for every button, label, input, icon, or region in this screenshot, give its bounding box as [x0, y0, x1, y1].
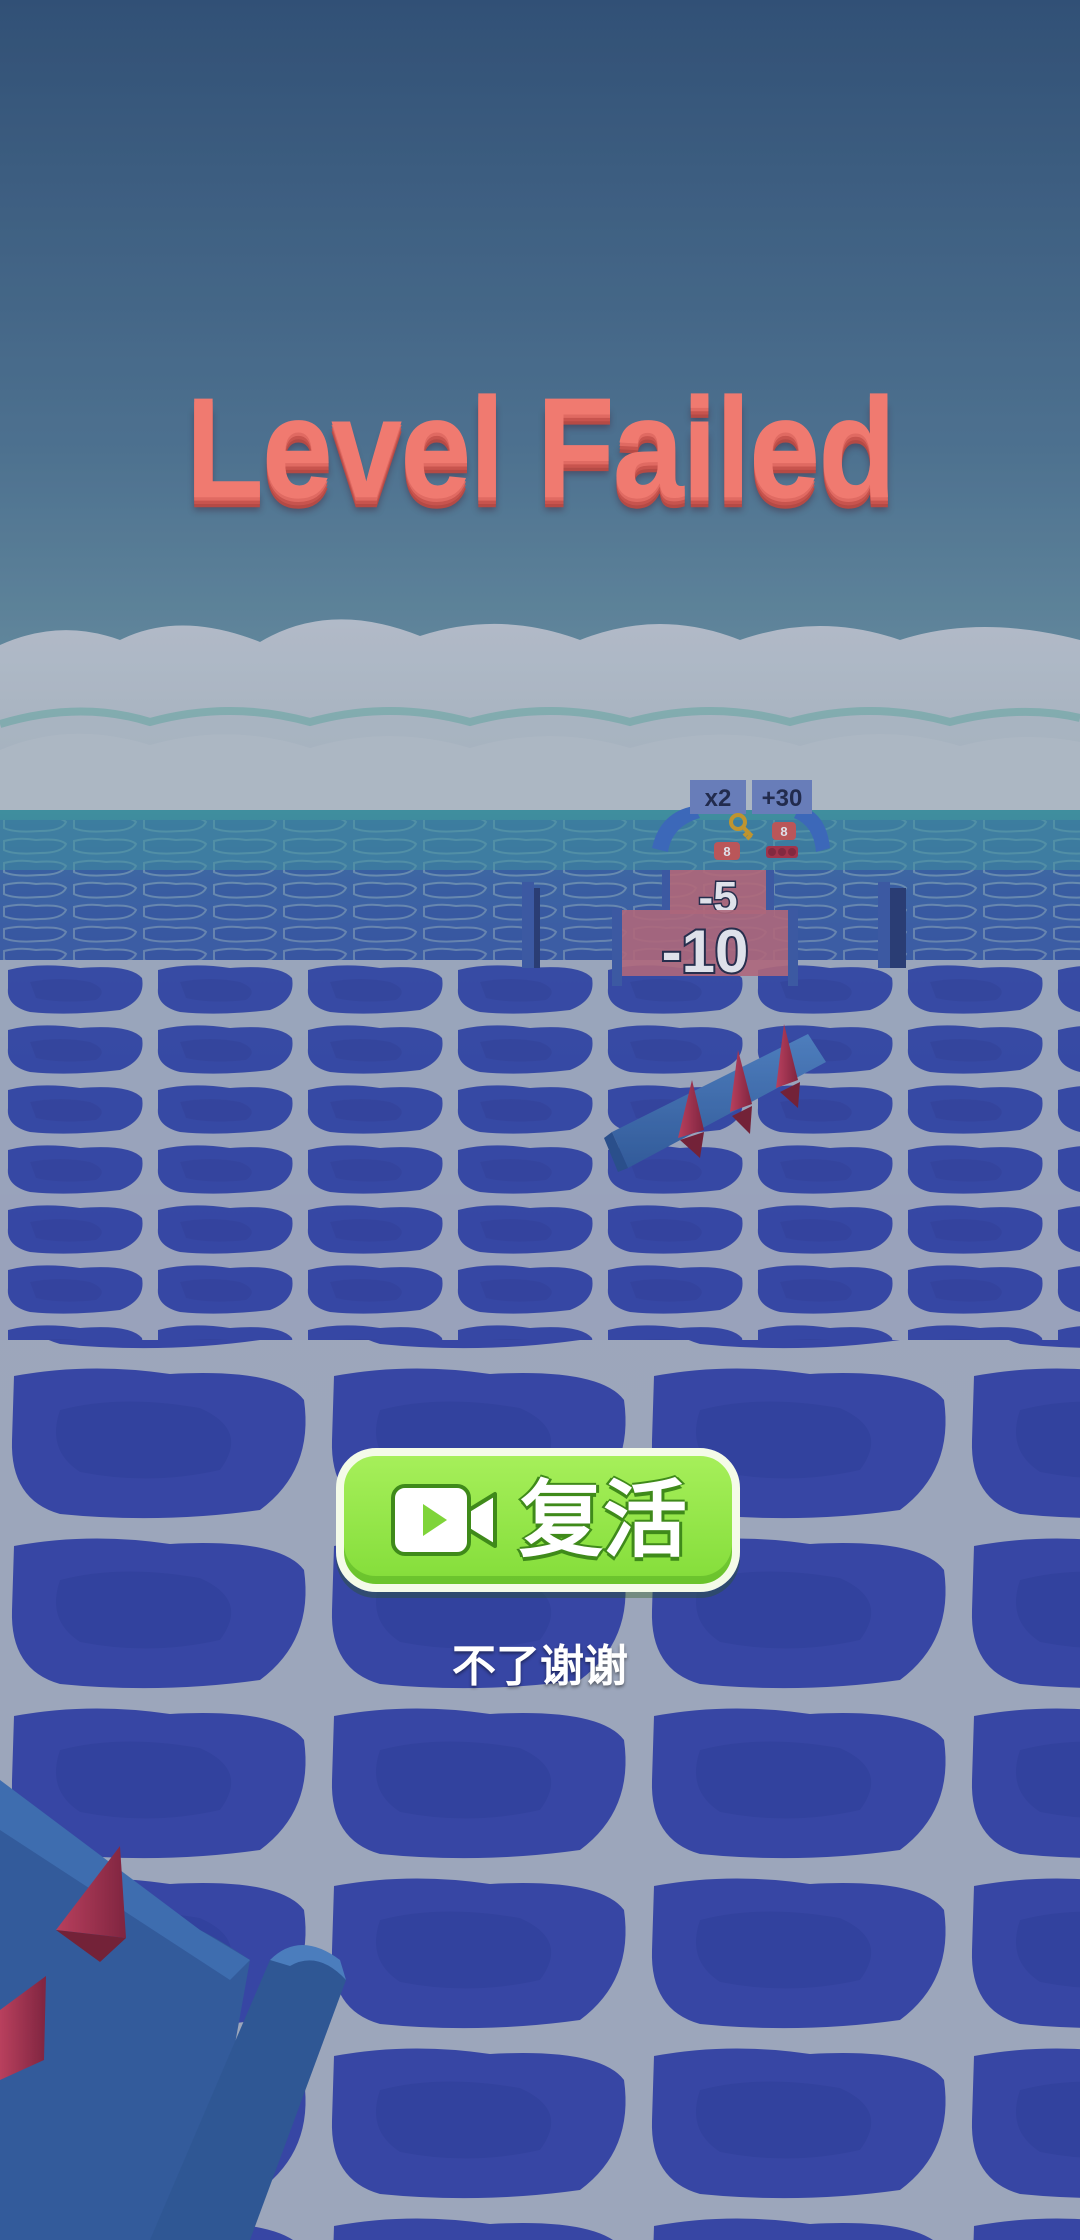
gate-label-add: +30 [762, 785, 803, 812]
small-marker-3 [766, 846, 798, 858]
revive-button[interactable]: 复活 [336, 1448, 740, 1592]
svg-text:8: 8 [780, 824, 787, 839]
level-failed-title: Level Failed [185, 368, 897, 529]
svg-text:8: 8 [723, 844, 730, 859]
video-camera-icon [390, 1484, 497, 1556]
revive-button-label: 复活 [518, 1471, 687, 1569]
track-post-left [522, 882, 540, 968]
small-marker-1: 8 [772, 822, 796, 840]
game-screen: x2 +30 8 8 -5 -10 Level Failed 复活 不了谢谢 [0, 0, 1080, 2240]
gate-label-multiply: x2 [705, 785, 732, 812]
cloud-band [0, 619, 1080, 820]
penalty-gate-minus-10: -10 [612, 908, 798, 987]
svg-text:-10: -10 [662, 918, 749, 985]
small-marker-2: 8 [714, 842, 740, 860]
track-post-right [878, 882, 906, 968]
no-thanks-link[interactable]: 不了谢谢 [0, 1630, 1080, 1694]
game-scene: x2 +30 8 8 -5 -10 [0, 0, 1080, 2240]
